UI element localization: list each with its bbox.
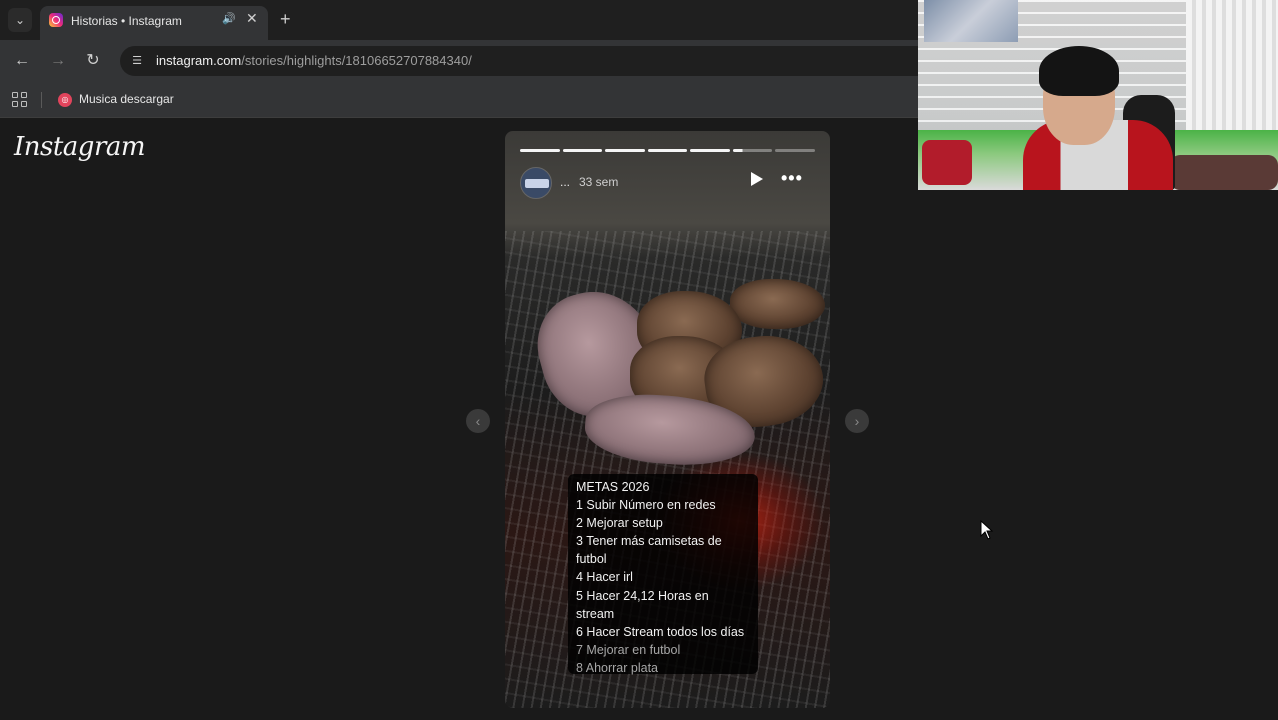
- wall-poster: [924, 0, 1018, 42]
- steak: [730, 279, 825, 329]
- reload-button[interactable]: ↻: [82, 50, 104, 72]
- bookmark-label: Musica descargar: [79, 92, 174, 106]
- url-text[interactable]: instagram.com/stories/highlights/1810665…: [156, 53, 472, 68]
- goal-item: 7 Mejorar en futbol: [576, 642, 681, 657]
- story-progress-segment: [732, 149, 773, 152]
- more-options-icon[interactable]: •••: [781, 168, 803, 189]
- goal-item: 6 Hacer Stream todos los días: [576, 624, 745, 639]
- instagram-page: Instagram ‹ › ... 33 sem ••• METAS 2026 …: [0, 118, 1278, 720]
- person-hair: [1039, 46, 1119, 96]
- forward-button[interactable]: →: [47, 50, 69, 72]
- instagram-favicon-icon: [49, 13, 63, 27]
- site-info-tune-icon[interactable]: ☰: [129, 53, 145, 69]
- webcam-overlay: [918, 0, 1278, 190]
- story-progress-segment: [520, 149, 560, 152]
- tab-historias-instagram[interactable]: Historias • Instagram 🔊 ✕: [40, 6, 268, 40]
- couch: [1170, 155, 1278, 190]
- new-tab-button[interactable]: +: [280, 9, 291, 29]
- next-story-button[interactable]: ›: [845, 409, 869, 433]
- back-button[interactable]: ←: [11, 50, 33, 72]
- tab-search-chevron-down-icon[interactable]: ⌄: [8, 8, 32, 32]
- tab-title: Historias • Instagram: [71, 14, 182, 28]
- goal-item: 5 Hacer 24,12 Horas en stream: [576, 588, 709, 621]
- goal-item: 2 Mejorar setup: [576, 516, 663, 531]
- story-progress-segment: [562, 149, 603, 152]
- close-tab-icon[interactable]: ✕: [246, 10, 258, 27]
- story-progress-segment: [775, 149, 816, 152]
- previous-story-button[interactable]: ‹: [466, 409, 490, 433]
- goal-item: 8 Ahorrar plata: [576, 660, 658, 675]
- goal-item: 1 Subir Número en redes: [576, 498, 716, 513]
- avatar[interactable]: [520, 167, 552, 199]
- play-icon[interactable]: [751, 172, 763, 186]
- story-viewer[interactable]: ... 33 sem ••• METAS 2026 1 Subir Número…: [505, 131, 830, 708]
- story-username[interactable]: ...: [560, 175, 570, 189]
- url-host: instagram.com: [156, 53, 242, 68]
- speaker-icon[interactable]: 🔊: [222, 12, 236, 25]
- screen: ⌄ Historias • Instagram 🔊 ✕ + ← → ↻ ☰ in…: [0, 0, 1278, 720]
- instagram-logo[interactable]: Instagram: [14, 132, 146, 162]
- bookmarks-divider: [41, 92, 42, 108]
- music-site-icon: ◎: [58, 93, 72, 107]
- goals-title: METAS 2026: [576, 480, 650, 494]
- goal-item: 4 Hacer irl: [576, 570, 633, 585]
- story-progress-segment: [605, 149, 645, 152]
- url-path: /stories/highlights/18106652707884340/: [241, 53, 472, 68]
- story-progress-bar: [520, 149, 816, 152]
- goal-item: 3 Tener más camisetas de futbol: [576, 534, 722, 567]
- story-progress-segment: [690, 149, 730, 152]
- apps-grid-icon[interactable]: [12, 92, 27, 107]
- story-progress-segment: [647, 149, 688, 152]
- goals-text-overlay: METAS 2026 1 Subir Número en redes 2 Mej…: [568, 474, 758, 675]
- red-clothing: [922, 140, 972, 185]
- story-time-ago: 33 sem: [579, 175, 619, 189]
